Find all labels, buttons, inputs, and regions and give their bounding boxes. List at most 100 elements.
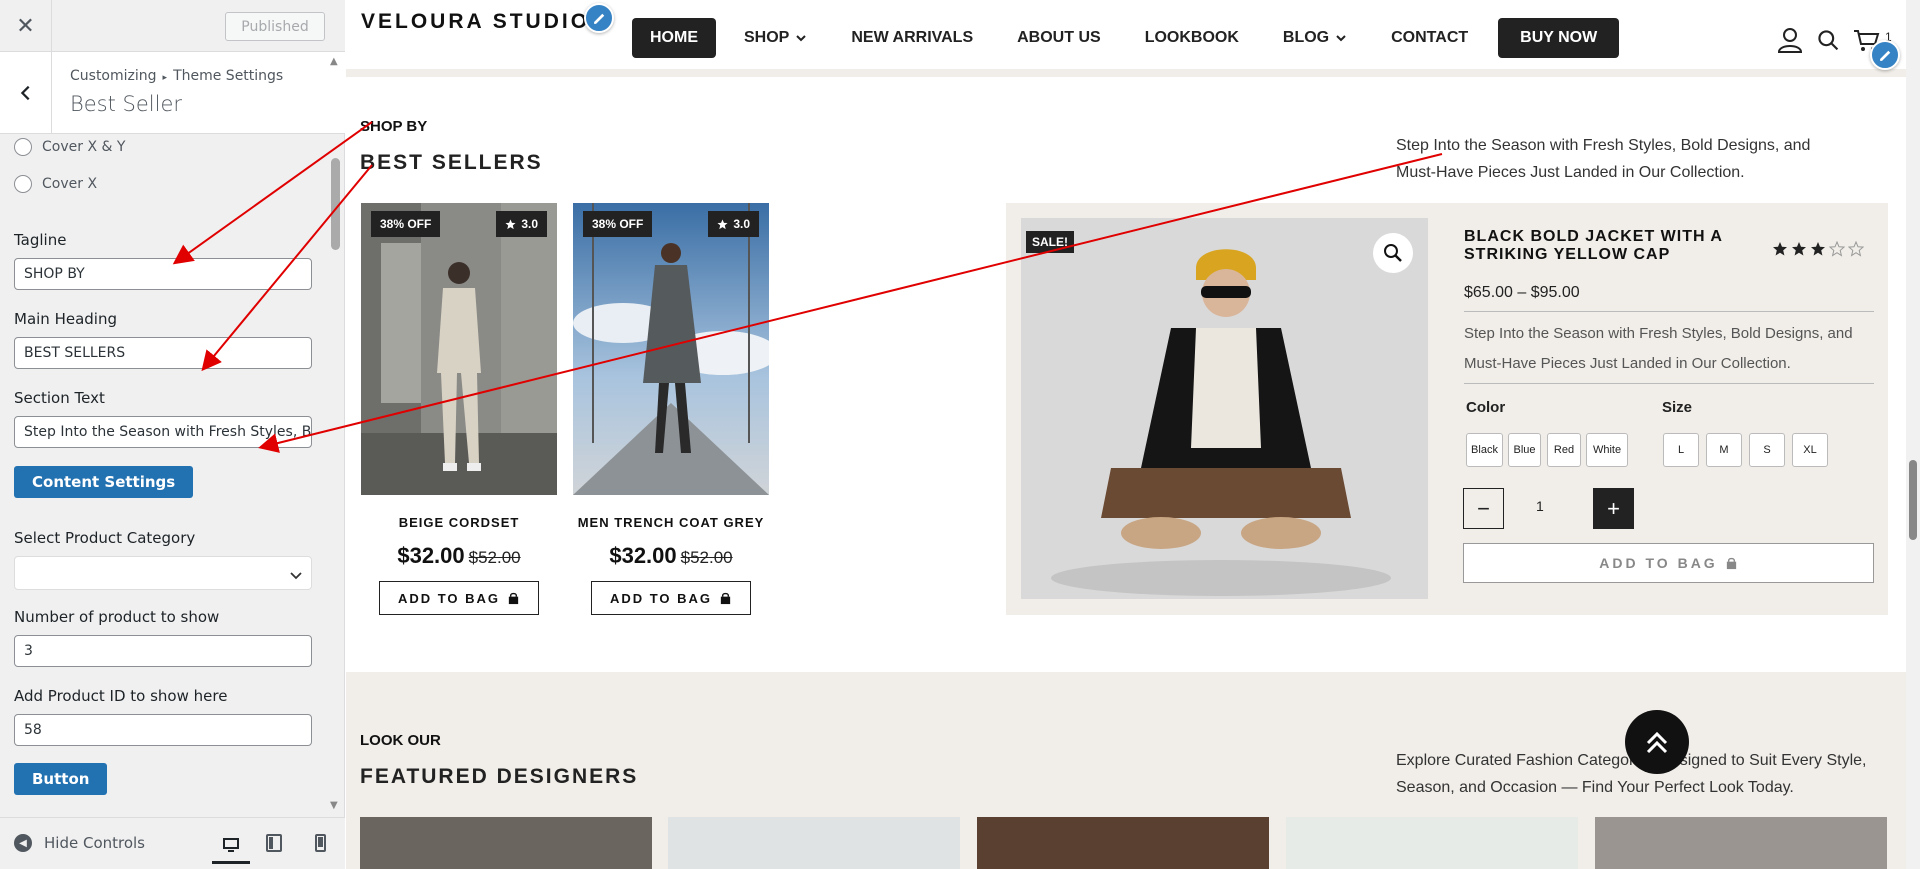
pencil-icon bbox=[1879, 50, 1890, 61]
radio-cover-x[interactable]: Cover X bbox=[14, 175, 97, 193]
mobile-preview-button[interactable] bbox=[308, 832, 332, 854]
color-option-white[interactable]: White bbox=[1586, 433, 1628, 467]
back-button[interactable] bbox=[0, 52, 52, 134]
tablet-preview-button[interactable] bbox=[262, 832, 286, 854]
featured-product: SALE! BLACK BOLD JACKET WITH A STRIKING … bbox=[1006, 203, 1888, 615]
size-option-m[interactable]: M bbox=[1706, 433, 1742, 467]
preview-scrollbar[interactable] bbox=[1906, 0, 1920, 869]
featured-title[interactable]: BLACK BOLD JACKET WITH A STRIKING YELLOW… bbox=[1464, 228, 1724, 264]
product-card[interactable]: 38% OFF 3.0 MEN TRENCH COAT GREY $32.00 $… bbox=[573, 203, 769, 615]
divider bbox=[1464, 311, 1874, 312]
sale-price: $32.00 bbox=[609, 543, 677, 568]
product-id-input[interactable]: 58 bbox=[14, 714, 312, 746]
product-card[interactable]: 38% OFF 3.0 BEIGE CORDSET $32.00 $52.00 A… bbox=[361, 203, 557, 615]
radio-circle[interactable] bbox=[14, 175, 32, 193]
bag-icon bbox=[1726, 557, 1736, 569]
sidebar-scrollbar[interactable] bbox=[331, 158, 340, 250]
radio-circle[interactable] bbox=[14, 138, 32, 156]
featured-price: $65.00 – $95.00 bbox=[1464, 284, 1580, 301]
discount-badge: 38% OFF bbox=[371, 211, 441, 237]
tagline-input[interactable]: SHOP BY bbox=[14, 258, 312, 290]
divider bbox=[1464, 383, 1874, 384]
designer-tile[interactable] bbox=[1595, 817, 1887, 869]
menu-contact[interactable]: CONTACT bbox=[1391, 18, 1468, 58]
best-sellers-section: SHOP BY BEST SELLERS Step Into the Seaso… bbox=[346, 85, 1920, 672]
close-customizer-button[interactable]: ✕ bbox=[0, 0, 52, 52]
star-empty-icon bbox=[1848, 241, 1864, 257]
menu-new-arrivals[interactable]: NEW ARRIVALS bbox=[851, 18, 973, 58]
main-heading-label: Main Heading bbox=[14, 310, 117, 328]
designer-tile[interactable] bbox=[668, 817, 960, 869]
product-id-label: Add Product ID to show here bbox=[14, 687, 228, 705]
bag-icon bbox=[508, 592, 519, 604]
rating-badge: 3.0 bbox=[496, 211, 547, 237]
regular-price: $52.00 bbox=[680, 548, 733, 567]
product-count-input[interactable]: 3 bbox=[14, 635, 312, 667]
designer-tile[interactable] bbox=[360, 817, 652, 869]
quantity-decrease-button[interactable]: − bbox=[1463, 488, 1504, 529]
edit-shortcut-logo[interactable] bbox=[584, 3, 614, 33]
site-logo[interactable]: VELOURA STUDIO bbox=[361, 10, 590, 34]
breadcrumb-parent: Theme Settings bbox=[173, 68, 284, 84]
back-to-top-button[interactable] bbox=[1625, 710, 1689, 774]
designers-heading: FEATURED DESIGNERS bbox=[360, 765, 639, 788]
menu-about[interactable]: ABOUT US bbox=[1017, 18, 1101, 58]
product-image[interactable]: 38% OFF 3.0 bbox=[573, 203, 769, 495]
radio-cover-xy[interactable]: Cover X & Y bbox=[14, 138, 125, 156]
preview-scrollbar-thumb[interactable] bbox=[1909, 460, 1917, 540]
rating-badge: 3.0 bbox=[708, 211, 759, 237]
designer-tile[interactable] bbox=[977, 817, 1269, 869]
category-select[interactable] bbox=[14, 556, 312, 590]
user-icon[interactable] bbox=[1776, 26, 1804, 54]
product-count-label: Number of product to show bbox=[14, 608, 220, 626]
chevron-down-icon bbox=[1336, 35, 1346, 42]
color-option-red[interactable]: Red bbox=[1547, 433, 1581, 467]
product-name[interactable]: BEIGE CORDSET bbox=[361, 515, 557, 530]
designers-tagline: LOOK OUR bbox=[360, 732, 441, 749]
color-option-blue[interactable]: Blue bbox=[1508, 433, 1541, 467]
featured-photo bbox=[1021, 218, 1428, 599]
desktop-preview-button[interactable] bbox=[212, 828, 250, 864]
featured-add-to-bag-button[interactable]: ADD TO BAG bbox=[1463, 543, 1874, 583]
site-header: VELOURA STUDIO HOME SHOP NEW ARRIVALS AB… bbox=[346, 0, 1920, 77]
add-to-bag-button[interactable]: ADD TO BAG bbox=[591, 581, 751, 615]
scroll-down-icon[interactable]: ▼ bbox=[330, 800, 338, 811]
quantity-increase-button[interactable]: + bbox=[1593, 488, 1634, 529]
quantity-input[interactable]: 1 bbox=[1536, 498, 1544, 514]
add-to-bag-button[interactable]: ADD TO BAG bbox=[379, 581, 539, 615]
publish-button[interactable]: Published bbox=[225, 12, 325, 41]
menu-shop[interactable]: SHOP bbox=[744, 18, 807, 58]
size-option-s[interactable]: S bbox=[1749, 433, 1785, 467]
product-image[interactable]: 38% OFF 3.0 bbox=[361, 203, 557, 495]
menu-blog[interactable]: BLOG bbox=[1283, 18, 1347, 58]
add-to-bag-label: ADD TO BAG bbox=[1599, 555, 1718, 571]
section-text-input[interactable]: Step Into the Season with Fresh Styles, … bbox=[14, 416, 312, 448]
button-button[interactable]: Button bbox=[14, 763, 108, 795]
main-heading-input[interactable]: BEST SELLERS bbox=[14, 337, 312, 369]
product-name[interactable]: MEN TRENCH COAT GREY bbox=[573, 515, 769, 530]
chevron-down-icon bbox=[796, 35, 807, 42]
designer-tile[interactable] bbox=[1286, 817, 1578, 869]
hide-controls-button[interactable]: ◀ Hide Controls bbox=[14, 834, 145, 852]
radio-label: Cover X & Y bbox=[42, 139, 126, 155]
add-to-bag-label: ADD TO BAG bbox=[397, 590, 501, 606]
menu-lookbook[interactable]: LOOKBOOK bbox=[1145, 18, 1239, 58]
close-icon: ✕ bbox=[16, 13, 35, 39]
scroll-up-icon[interactable]: ▲ bbox=[330, 56, 338, 67]
search-icon[interactable] bbox=[1816, 28, 1840, 52]
best-sellers-heading: BEST SELLERS bbox=[360, 151, 543, 174]
search-icon bbox=[1384, 244, 1402, 262]
star-filled-icon bbox=[1792, 242, 1806, 256]
edit-shortcut-header[interactable] bbox=[1870, 40, 1900, 70]
pencil-icon bbox=[593, 13, 604, 24]
color-option-black[interactable]: Black bbox=[1466, 433, 1503, 467]
zoom-button[interactable] bbox=[1373, 233, 1413, 273]
featured-product-image[interactable]: SALE! bbox=[1021, 218, 1428, 599]
menu-home[interactable]: HOME bbox=[632, 18, 716, 58]
size-option-l[interactable]: L bbox=[1663, 433, 1699, 467]
buy-now-button[interactable]: BUY NOW bbox=[1498, 18, 1620, 58]
size-option-xl[interactable]: XL bbox=[1792, 433, 1828, 467]
tagline-label: Tagline bbox=[14, 231, 67, 249]
content-settings-button[interactable]: Content Settings bbox=[14, 466, 194, 498]
featured-rating bbox=[1772, 241, 1867, 257]
